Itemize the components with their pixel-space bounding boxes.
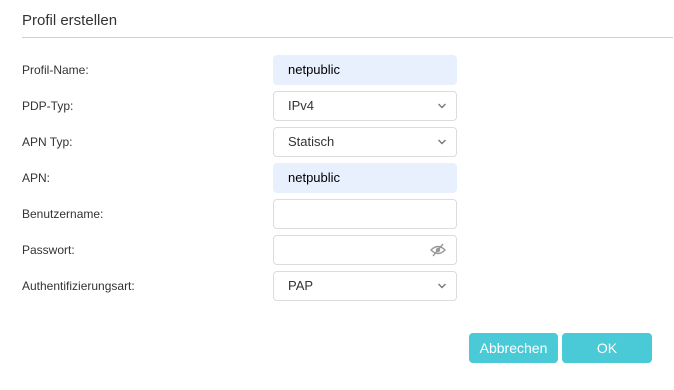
chevron-down-icon <box>438 139 446 145</box>
profile-name-input[interactable]: netpublic <box>273 55 457 85</box>
pdp-type-row: PDP-Typ: IPv4 <box>0 91 674 123</box>
apn-type-label: APN Typ: <box>22 135 73 149</box>
apn-value: netpublic <box>288 170 341 185</box>
apn-row: APN: netpublic <box>0 163 674 195</box>
auth-type-select[interactable]: PAP <box>273 271 457 301</box>
auth-type-value: PAP <box>288 278 314 293</box>
apn-type-value: Statisch <box>288 134 335 149</box>
pdp-type-value: IPv4 <box>288 98 315 113</box>
pdp-type-label: PDP-Typ: <box>22 99 74 113</box>
apn-label: APN: <box>22 171 51 185</box>
username-input[interactable] <box>273 199 457 229</box>
apn-type-row: APN Typ: Statisch <box>0 127 674 159</box>
eye-off-icon[interactable] <box>430 243 446 257</box>
apn-input[interactable]: netpublic <box>273 163 457 193</box>
password-input[interactable] <box>273 235 457 265</box>
pdp-type-select[interactable]: IPv4 <box>273 91 457 121</box>
cancel-button[interactable]: Abbrechen <box>469 333 558 363</box>
chevron-down-icon <box>438 283 446 289</box>
apn-type-select[interactable]: Statisch <box>273 127 457 157</box>
title-divider <box>22 37 673 38</box>
auth-type-label: Authentifizierungsart: <box>22 279 135 293</box>
password-row: Passwort: <box>0 235 674 267</box>
username-row: Benutzername: <box>0 199 674 231</box>
username-label: Benutzername: <box>22 207 104 221</box>
profile-name-value: netpublic <box>288 62 341 77</box>
chevron-down-icon <box>438 103 446 109</box>
auth-type-row: Authentifizierungsart: PAP <box>0 271 674 303</box>
dialog-title: Profil erstellen <box>22 12 118 29</box>
password-label: Passwort: <box>22 243 75 257</box>
profile-name-row: Profil-Name: netpublic <box>0 55 674 87</box>
profile-name-label: Profil-Name: <box>22 63 89 77</box>
ok-button[interactable]: OK <box>562 333 652 363</box>
